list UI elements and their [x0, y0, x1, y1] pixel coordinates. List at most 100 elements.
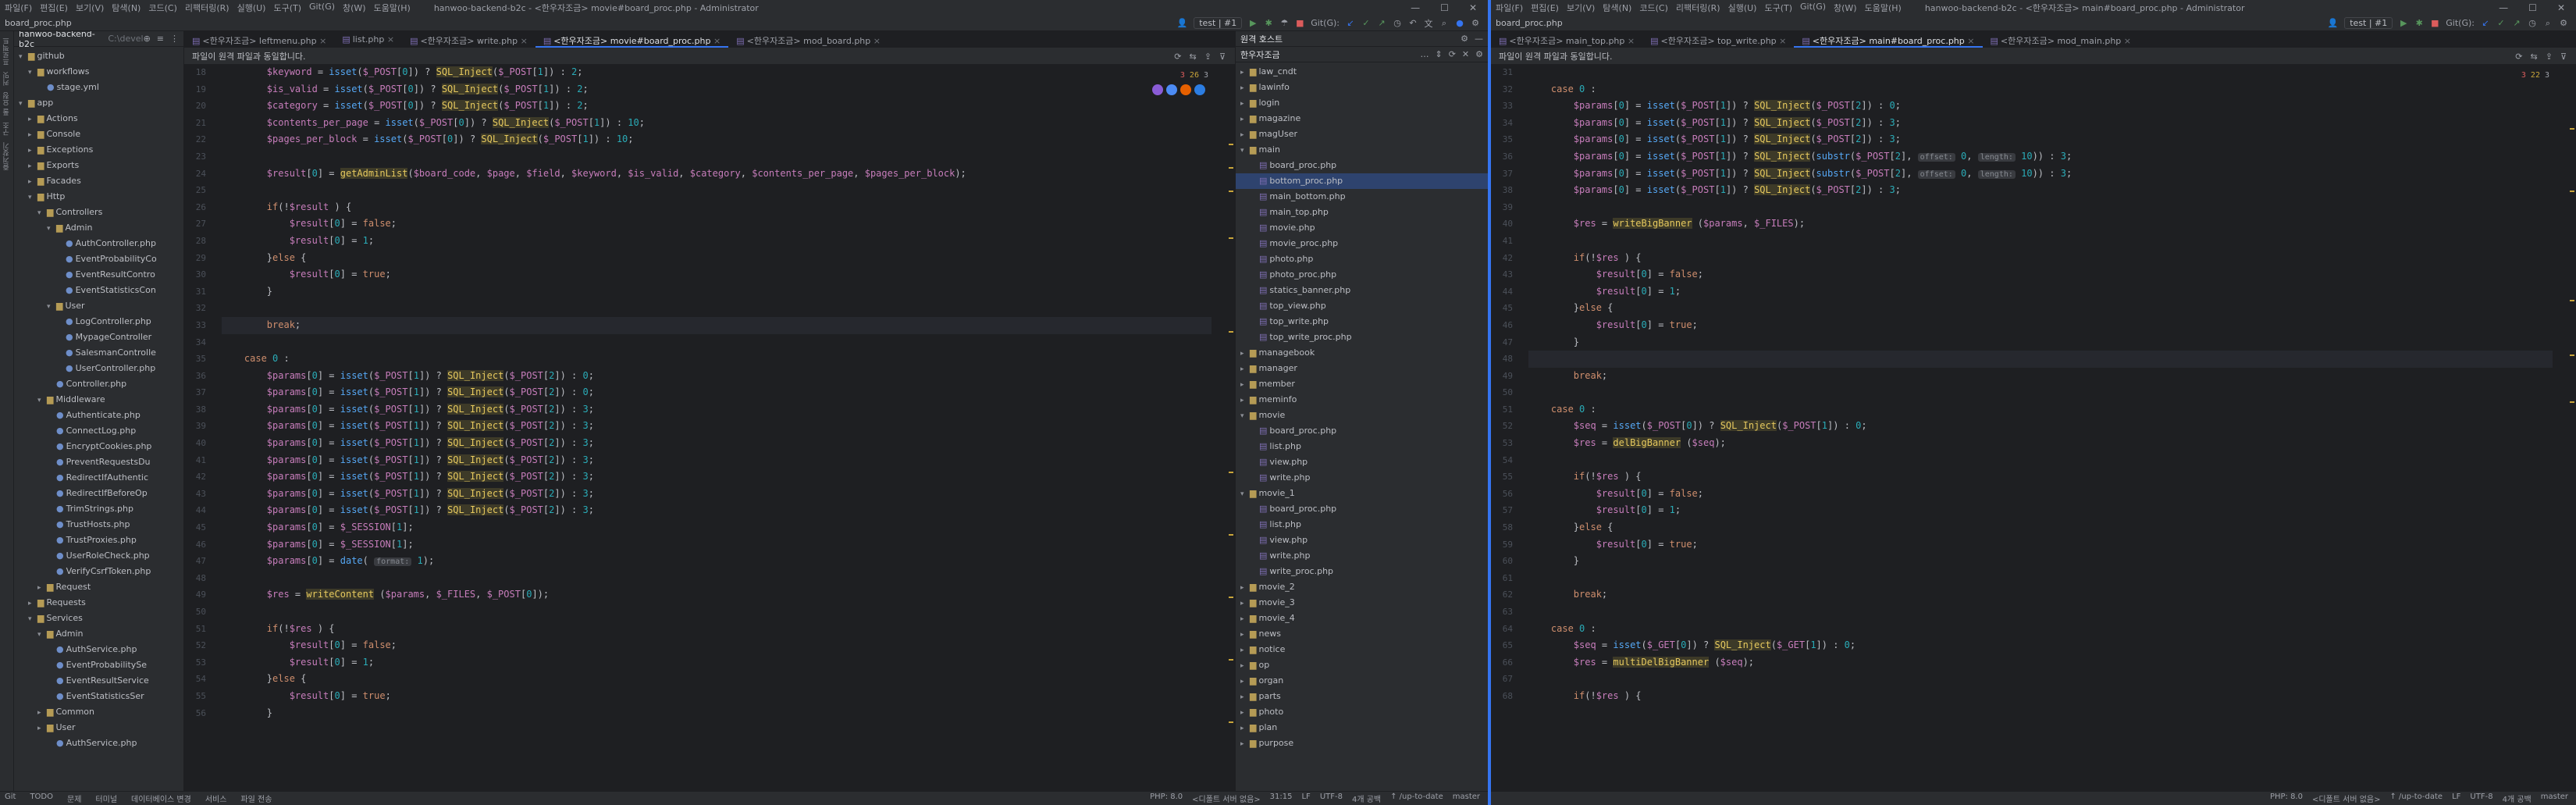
expand-arrow-icon[interactable]: ▾	[47, 299, 56, 314]
status-tool-button[interactable]: Git	[5, 793, 16, 804]
tab-close-icon[interactable]: ×	[870, 36, 881, 46]
tool-window-tab[interactable]: 프로젝트	[2, 37, 12, 66]
expand-arrow-icon[interactable]: ▾	[28, 190, 37, 205]
file-node[interactable]: ● TrustProxies.php	[14, 533, 183, 548]
status-widget[interactable]: 31:15	[1270, 793, 1293, 804]
translate-icon[interactable]: 文	[1424, 17, 1433, 30]
file-node[interactable]: ▤ movie_proc.php	[1236, 236, 1488, 251]
file-node[interactable]: ● EventStatisticsSer	[14, 689, 183, 704]
menu-item[interactable]: 도구(T)	[273, 2, 301, 14]
status-tool-button[interactable]: 데이터베이스 변경	[131, 793, 191, 804]
warning-stripe[interactable]	[2570, 300, 2574, 301]
debug-icon[interactable]: ✱	[2414, 18, 2424, 28]
file-node[interactable]: ▤ board_proc.php	[1236, 501, 1488, 517]
folder-node[interactable]: ▸ ▆ op	[1236, 657, 1488, 673]
file-node[interactable]: ▤ list.php	[1236, 517, 1488, 533]
folder-node[interactable]: ▾ ▆ Admin	[14, 626, 183, 642]
git-commit-icon[interactable]: ✓	[1361, 18, 1371, 28]
folder-node[interactable]: ▸ ▆ parts	[1236, 689, 1488, 704]
menu-item[interactable]: 코드(C)	[148, 2, 177, 14]
status-widget[interactable]: PHP: 8.0	[1150, 793, 1183, 804]
menu-item[interactable]: 창(W)	[1834, 2, 1857, 14]
folder-node[interactable]: ▸ ▆ login	[1236, 95, 1488, 111]
expand-arrow-icon[interactable]: ▸	[1240, 689, 1250, 704]
filter-icon[interactable]: ⊽	[2560, 52, 2567, 62]
folder-node[interactable]: ▸ ▆ magazine	[1236, 111, 1488, 126]
warning-stripe[interactable]	[2570, 128, 2574, 130]
expand-arrow-icon[interactable]: ▾	[37, 205, 47, 220]
file-node[interactable]: ● AuthService.php	[14, 736, 183, 751]
sync-icon[interactable]: ⟳	[2515, 52, 2522, 62]
file-node[interactable]: ▤ write_proc.php	[1236, 564, 1488, 579]
folder-node[interactable]: ▸ ▆ Exceptions	[14, 142, 183, 158]
status-tool-button[interactable]: 문제	[67, 793, 81, 804]
status-widget[interactable]: UTF-8	[1320, 793, 1343, 804]
expand-arrow-icon[interactable]: ▸	[1240, 627, 1250, 642]
menu-item[interactable]: 탐색(N)	[1603, 2, 1631, 14]
expand-arrow-icon[interactable]: ▾	[1240, 486, 1250, 501]
expand-arrow-icon[interactable]: ▸	[1240, 393, 1250, 408]
expand-arrow-icon[interactable]: ▾	[1240, 408, 1250, 423]
run-config-select[interactable]: test | #1	[2344, 17, 2393, 29]
tab-close-icon[interactable]: ×	[1777, 36, 1786, 46]
status-tool-button[interactable]: TODO	[30, 793, 53, 804]
file-node[interactable]: ▤ main_bottom.php	[1236, 189, 1488, 205]
minimize-panel-icon[interactable]: —	[1475, 34, 1483, 44]
file-node[interactable]: ▤ bottom_proc.php	[1236, 173, 1488, 189]
status-widget[interactable]: <디폴트 서버 없음>	[2312, 793, 2381, 804]
debug-icon[interactable]: ✱	[1264, 18, 1273, 28]
tool-window-tab[interactable]: 풀 요청	[2, 92, 12, 116]
editor-scrollbar[interactable]	[1227, 97, 1235, 771]
browse-button[interactable]: …	[1420, 49, 1429, 59]
history-icon[interactable]: ◷	[2528, 18, 2537, 28]
file-node[interactable]: ▤ board_proc.php	[1236, 158, 1488, 173]
file-node[interactable]: ● TrustHosts.php	[14, 517, 183, 533]
file-node[interactable]: ▤ board_proc.php	[1236, 423, 1488, 439]
folder-node[interactable]: ▸ ▆ meminfo	[1236, 392, 1488, 408]
settings-icon[interactable]: ⚙	[1475, 49, 1483, 59]
status-widget[interactable]: PHP: 8.0	[2270, 793, 2303, 804]
menu-item[interactable]: 탐색(N)	[112, 2, 141, 14]
folder-node[interactable]: ▾ ▆ app	[14, 95, 183, 111]
expand-arrow-icon[interactable]: ▸	[1240, 674, 1250, 689]
folder-node[interactable]: ▾ ▆ workflows	[14, 64, 183, 80]
close-icon[interactable]: ✕	[1469, 2, 1477, 13]
warning-stripe[interactable]	[1229, 331, 1233, 333]
status-tool-button[interactable]: 파일 전송	[240, 793, 272, 804]
file-node[interactable]: ● EventStatisticsCon	[14, 283, 183, 298]
file-node[interactable]: ▤ view.php	[1236, 454, 1488, 470]
tool-window-tab[interactable]: 구조	[2, 122, 12, 136]
rollback-icon[interactable]: ↶	[1408, 18, 1418, 28]
tab-close-icon[interactable]: ×	[384, 34, 394, 45]
file-node[interactable]: ● EventProbabilitySe	[14, 657, 183, 673]
status-widget[interactable]: master	[2541, 793, 2568, 804]
close-icon[interactable]: ✕	[2557, 2, 2565, 13]
expand-arrow-icon[interactable]: ▸	[1240, 96, 1250, 111]
folder-node[interactable]: ▸ ▆ news	[1236, 626, 1488, 642]
folder-node[interactable]: ▸ ▆ plan	[1236, 720, 1488, 736]
menu-item[interactable]: 실행(U)	[1728, 2, 1757, 14]
git-push-icon[interactable]: ↗	[2512, 18, 2521, 28]
folder-node[interactable]: ▾ ▆ User	[14, 298, 183, 314]
file-node[interactable]: ● SalesmanControlle	[14, 345, 183, 361]
status-widget[interactable]: LF	[1301, 793, 1310, 804]
file-node[interactable]: ▤ top_write.php	[1236, 314, 1488, 329]
editor-scrollbar[interactable]	[2568, 97, 2576, 771]
folder-node[interactable]: ▸ ▆ Actions	[14, 111, 183, 126]
folder-node[interactable]: ▸ ▆ Console	[14, 126, 183, 142]
maximize-icon[interactable]: ☐	[2528, 2, 2537, 13]
file-node[interactable]: ● stage.yml	[14, 80, 183, 95]
settings-icon[interactable]: ⚙	[2559, 18, 2568, 28]
expand-arrow-icon[interactable]: ▾	[19, 49, 28, 64]
file-node[interactable]: ▤ photo_proc.php	[1236, 267, 1488, 283]
folder-node[interactable]: ▾ ▆ main	[1236, 142, 1488, 158]
status-tool-button[interactable]: 서비스	[205, 793, 227, 804]
expand-arrow-icon[interactable]: ▸	[28, 143, 37, 158]
stop-icon[interactable]: ■	[1295, 18, 1304, 28]
folder-node[interactable]: ▸ ▆ managebook	[1236, 345, 1488, 361]
stop-icon[interactable]: ■	[2430, 18, 2439, 28]
gear-icon[interactable]: ⚙	[1461, 34, 1468, 44]
minimize-icon[interactable]: —	[1411, 2, 1420, 13]
expand-arrow-icon[interactable]: ▸	[1240, 658, 1250, 673]
folder-node[interactable]: ▸ ▆ Request	[14, 579, 183, 595]
